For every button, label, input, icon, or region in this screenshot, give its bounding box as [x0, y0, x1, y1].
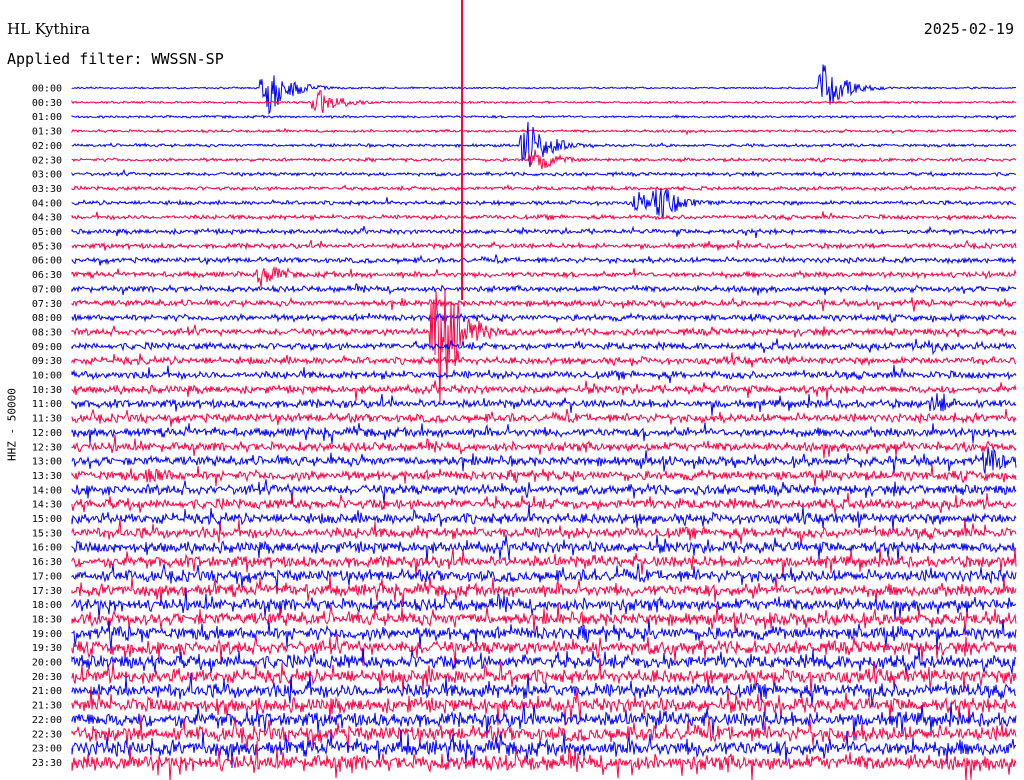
- trace-row-0530: [71, 239, 1017, 251]
- trace-row-0430: [71, 211, 1017, 222]
- row-time-label: 20:00: [32, 658, 62, 669]
- row-time-label: 00:00: [32, 84, 62, 95]
- row-time-label: 14:00: [32, 485, 62, 496]
- row-time-label: 12:30: [32, 442, 62, 453]
- row-time-label: 01:00: [32, 112, 62, 123]
- row-time-label: 01:30: [32, 127, 62, 138]
- row-time-label: 04:00: [32, 198, 62, 209]
- row-time-label: 05:00: [32, 227, 62, 238]
- row-time-label: 02:00: [32, 141, 62, 152]
- trace-row-0100: [71, 114, 1017, 121]
- trace-row-0030: [71, 89, 1017, 114]
- row-time-label: 16:30: [32, 557, 62, 568]
- trace-row-1130: [71, 408, 1017, 427]
- row-time-label: 06:00: [32, 256, 62, 267]
- row-time-label: 02:30: [32, 155, 62, 166]
- row-time-label: 03:00: [32, 170, 62, 181]
- row-time-label: 09:00: [32, 342, 62, 353]
- row-time-label: 07:00: [32, 284, 62, 295]
- trace-row-0230: [71, 149, 1017, 170]
- row-time-label: 11:30: [32, 414, 62, 425]
- trace-row-0930: [71, 350, 1017, 368]
- row-time-label: 12:00: [32, 428, 62, 439]
- row-time-label: 11:00: [32, 399, 62, 410]
- helicorder-plot: 00:00 00:30 01:00 01:30 02:00 02:30 03:00 03:30…: [32, 0, 1017, 780]
- row-time-label: 04:30: [32, 213, 62, 224]
- row-time-label: 16:00: [32, 543, 62, 554]
- row-time-label: 07:30: [32, 299, 62, 310]
- trace-row-0000: [71, 64, 1017, 115]
- trace-row-1200: [71, 422, 1017, 445]
- trace-row-0630: [71, 265, 1017, 288]
- row-time-label: 21:30: [32, 701, 62, 712]
- trace-row-0500: [71, 225, 1017, 238]
- row-time-label: 17:30: [32, 586, 62, 597]
- row-time-label: 13:30: [32, 471, 62, 482]
- row-time-label: 10:00: [32, 371, 62, 382]
- row-time-label: 23:00: [32, 744, 62, 755]
- row-time-label: 22:30: [32, 729, 62, 740]
- row-time-label: 18:00: [32, 600, 62, 611]
- row-time-label: 18:30: [32, 614, 62, 625]
- row-time-label: 19:00: [32, 629, 62, 640]
- row-time-label: 17:00: [32, 571, 62, 582]
- row-time-label: 05:30: [32, 241, 62, 252]
- trace-row-0730: [71, 296, 1017, 312]
- row-time-label: 00:30: [32, 98, 62, 109]
- trace-row-0700: [71, 283, 1017, 296]
- row-time-label: 21:00: [32, 686, 62, 697]
- trace-row-1330: [71, 464, 1017, 487]
- row-time-label: 03:30: [32, 184, 62, 195]
- trace-row-1030: [71, 380, 1017, 401]
- row-time-label: 14:30: [32, 500, 62, 511]
- trace-row-1430: [71, 492, 1017, 514]
- row-time-label: 09:30: [32, 356, 62, 367]
- row-time-label: 15:00: [32, 514, 62, 525]
- row-time-label: 10:30: [32, 385, 62, 396]
- row-time-label: 23:30: [32, 758, 62, 769]
- trace-row-0300: [71, 168, 1017, 178]
- row-time-label: 08:00: [32, 313, 62, 324]
- trace-row-0330: [71, 184, 1017, 193]
- trace-row-0900: [71, 338, 1017, 356]
- row-time-label: 22:00: [32, 715, 62, 726]
- row-time-label: 19:30: [32, 643, 62, 654]
- row-time-label: 08:30: [32, 327, 62, 338]
- trace-row-1000: [71, 364, 1017, 384]
- trace-row-0600: [71, 254, 1017, 266]
- trace-row-1230: [71, 434, 1017, 459]
- row-time-label: 20:30: [32, 672, 62, 683]
- row-time-label: 13:00: [32, 457, 62, 468]
- trace-row-1530: [71, 518, 1017, 546]
- trace-row-1100: [71, 393, 1017, 416]
- trace-row-0130: [71, 127, 1017, 136]
- row-time-label: 06:30: [32, 270, 62, 281]
- row-time-label: 15:30: [32, 528, 62, 539]
- trace-row-0800: [71, 311, 1017, 324]
